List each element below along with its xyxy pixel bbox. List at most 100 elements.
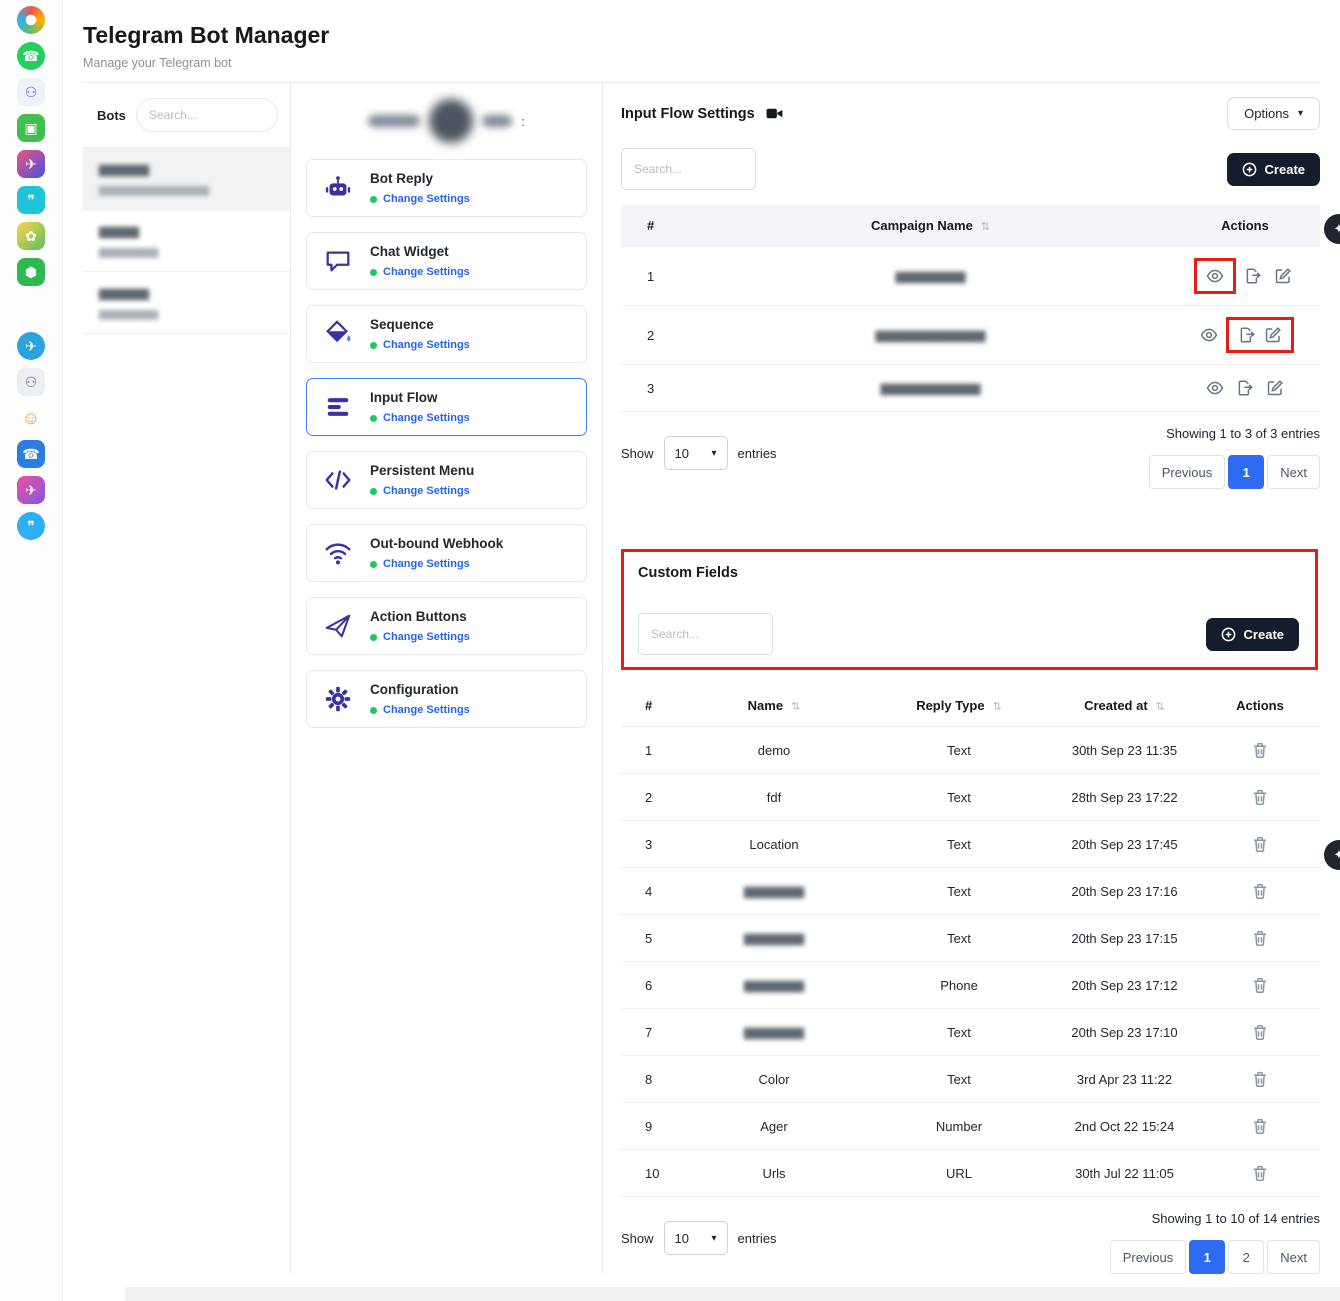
change-settings-link[interactable]: Change Settings xyxy=(370,193,470,205)
change-settings-link[interactable]: Change Settings xyxy=(370,266,470,278)
telegram-pink2-icon[interactable]: ✈ xyxy=(17,476,45,504)
column-header-num[interactable]: # xyxy=(621,205,691,247)
settings-card-chat-widget[interactable]: Chat Widget Change Settings xyxy=(306,232,587,290)
campaign-search-input[interactable] xyxy=(621,148,756,190)
chat-teal-icon[interactable]: ❞ xyxy=(17,186,45,214)
shop-app-icon[interactable]: ⬢ xyxy=(17,258,45,286)
file-export-icon xyxy=(1244,267,1262,285)
green-app-icon[interactable]: ▣ xyxy=(17,114,45,142)
column-header-actions: Actions xyxy=(1170,205,1320,247)
created-at: 30th Jul 22 11:05 xyxy=(1049,1150,1200,1197)
settings-card-persistent-menu[interactable]: Persistent Menu Change Settings xyxy=(306,451,587,509)
row-number: 10 xyxy=(621,1150,679,1197)
pagination-page-2[interactable]: 2 xyxy=(1228,1240,1264,1274)
delete-button[interactable] xyxy=(1247,785,1273,809)
column-header-campaign-name[interactable]: Campaign Name⇅ xyxy=(691,205,1170,247)
change-settings-link[interactable]: Change Settings xyxy=(370,558,503,570)
row-number: 7 xyxy=(621,1009,679,1056)
telegram-icon[interactable]: ✈ xyxy=(17,332,45,360)
column-header-reply-type[interactable]: Reply Type⇅ xyxy=(869,685,1049,727)
entries-label: entries xyxy=(738,1231,777,1246)
create-campaign-button[interactable]: Create xyxy=(1227,153,1320,186)
custom-fields-search-input[interactable] xyxy=(638,613,773,655)
view-button[interactable] xyxy=(1202,264,1228,288)
whatsapp-icon[interactable]: ☎ xyxy=(17,42,45,70)
sparkle-icon: ✦ xyxy=(1334,847,1340,863)
export-button[interactable] xyxy=(1240,264,1266,288)
pagination-next[interactable]: Next xyxy=(1267,455,1320,489)
campaign-name-redacted: ▆▆▆▆▆▆▆ xyxy=(896,268,966,283)
delete-button[interactable] xyxy=(1247,926,1273,950)
bot-list-item[interactable]: ▆▆▆▆▆ ▆▆▆▆▆▆▆▆▆▆▆▆▆ xyxy=(83,147,290,209)
change-settings-link[interactable]: Change Settings xyxy=(370,704,470,716)
change-settings-link[interactable]: Change Settings xyxy=(370,339,470,351)
change-settings-link[interactable]: Change Settings xyxy=(370,485,474,497)
webhook-icon xyxy=(321,536,355,570)
export-button[interactable] xyxy=(1234,323,1260,347)
bot-list-item[interactable]: ▆▆▆▆▆ ▆▆▆▆▆▆▆ xyxy=(83,271,290,334)
entries-label: entries xyxy=(738,446,777,461)
profile-colon: : xyxy=(521,114,525,129)
edit-icon xyxy=(1274,267,1292,285)
call-app-icon[interactable]: ☎ xyxy=(17,440,45,468)
create-custom-field-button[interactable]: Create xyxy=(1206,618,1299,651)
sort-icon[interactable]: ⇅ xyxy=(981,221,990,233)
telegram-bot-manager-app: Telegram Bot Manager Manage your Telegra… xyxy=(62,0,1340,1301)
chevron-down-icon: ▾ xyxy=(712,1233,717,1244)
delete-button[interactable] xyxy=(1247,1161,1273,1185)
telegram-pink-icon[interactable]: ✈ xyxy=(17,150,45,178)
pagination-page-1[interactable]: 1 xyxy=(1228,455,1264,489)
pagination-previous[interactable]: Previous xyxy=(1149,455,1226,489)
settings-card-outbound-webhook[interactable]: Out-bound Webhook Change Settings xyxy=(306,524,587,582)
column-header-name[interactable]: Name⇅ xyxy=(679,685,869,727)
delete-button[interactable] xyxy=(1247,973,1273,997)
card-title: Chat Widget xyxy=(370,244,470,259)
settings-card-bot-reply[interactable]: Bot Reply Change Settings xyxy=(306,159,587,217)
bot-gray-icon[interactable]: ⚇ xyxy=(17,368,45,396)
bot-app-icon[interactable]: ⚇ xyxy=(17,78,45,106)
options-button[interactable]: Options ▾ xyxy=(1227,97,1320,130)
delete-button[interactable] xyxy=(1247,1020,1273,1044)
contacts-app-icon[interactable]: ☺ xyxy=(17,404,45,432)
multicolor-app-icon[interactable]: ✿ xyxy=(17,222,45,250)
column-header-created-at[interactable]: Created at⇅ xyxy=(1049,685,1200,727)
bot-username-redacted: ▆▆▆▆▆▆▆▆▆▆▆▆▆ xyxy=(99,183,274,196)
edit-button[interactable] xyxy=(1270,264,1296,288)
delete-button[interactable] xyxy=(1247,832,1273,856)
settings-card-configuration[interactable]: Configuration Change Settings xyxy=(306,670,587,728)
pagination-next[interactable]: Next xyxy=(1267,1240,1320,1274)
change-settings-link[interactable]: Change Settings xyxy=(370,412,470,424)
reply-type: Text xyxy=(869,1009,1049,1056)
delete-button[interactable] xyxy=(1247,738,1273,762)
bot-list-item[interactable]: ▆▆▆▆ ▆▆▆▆▆▆▆ xyxy=(83,209,290,271)
pagination-previous[interactable]: Previous xyxy=(1110,1240,1187,1274)
settings-card-action-buttons[interactable]: Action Buttons Change Settings xyxy=(306,597,587,655)
edit-button[interactable] xyxy=(1262,376,1288,400)
edit-button[interactable] xyxy=(1260,323,1286,347)
view-button[interactable] xyxy=(1202,376,1228,400)
created-at: 20th Sep 23 17:12 xyxy=(1049,962,1200,1009)
view-button[interactable] xyxy=(1196,323,1222,347)
export-button[interactable] xyxy=(1232,376,1258,400)
sort-icon[interactable]: ⇅ xyxy=(993,701,1002,713)
column-header-num[interactable]: # xyxy=(621,685,679,727)
change-settings-link[interactable]: Change Settings xyxy=(370,631,470,643)
row-number: 3 xyxy=(621,365,691,412)
delete-button[interactable] xyxy=(1247,1067,1273,1091)
settings-card-input-flow[interactable]: Input Flow Change Settings xyxy=(306,378,587,436)
settings-card-sequence[interactable]: Sequence Change Settings xyxy=(306,305,587,363)
chat-blue-icon[interactable]: ❞ xyxy=(17,512,45,540)
page-size-select[interactable]: 10▾ xyxy=(664,1221,728,1255)
bots-search-input[interactable] xyxy=(136,98,278,132)
delete-button[interactable] xyxy=(1247,879,1273,903)
bot-username-redacted: ▆▆▆▆▆▆▆ xyxy=(99,307,274,320)
reply-type: Text xyxy=(869,868,1049,915)
created-at: 20th Sep 23 17:15 xyxy=(1049,915,1200,962)
page-size-select[interactable]: 10▾ xyxy=(664,436,728,470)
sort-icon[interactable]: ⇅ xyxy=(1156,701,1165,713)
delete-button[interactable] xyxy=(1247,1114,1273,1138)
status-dot xyxy=(370,415,377,422)
pagination-page-1[interactable]: 1 xyxy=(1189,1240,1225,1274)
browser-logo-icon[interactable] xyxy=(17,6,45,34)
sort-icon[interactable]: ⇅ xyxy=(791,701,800,713)
